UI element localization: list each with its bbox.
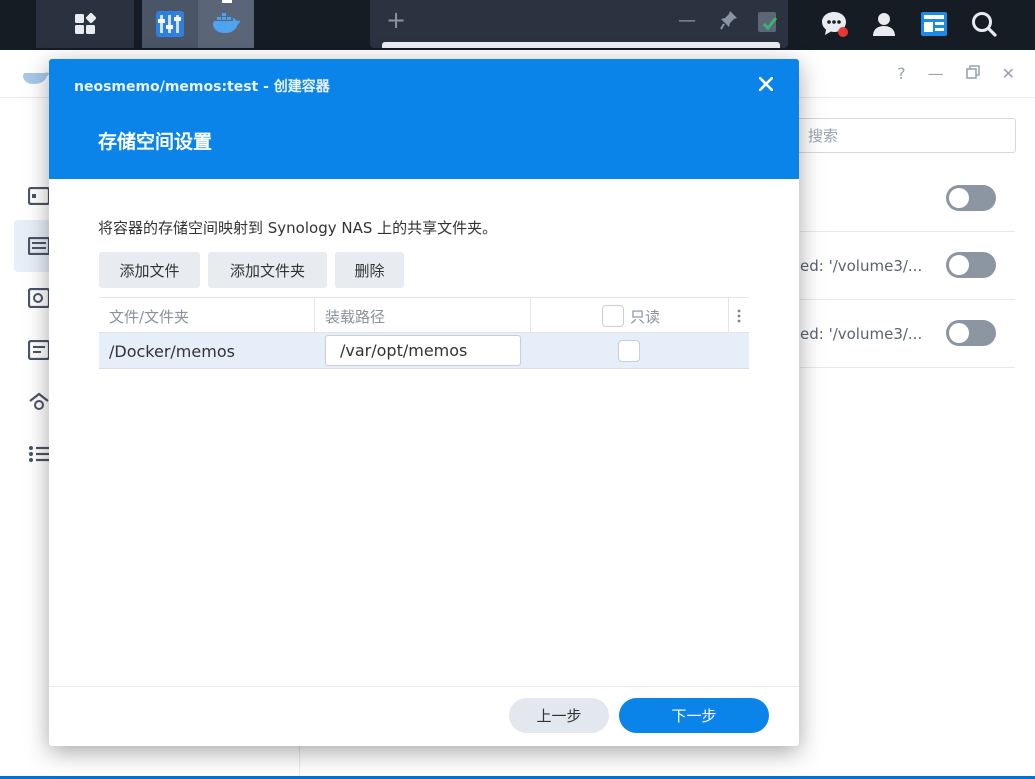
dialog-description: 将容器的存储空间映射到 Synology NAS 上的共享文件夹。 — [98, 219, 498, 237]
taskbar-app-container-manager[interactable] — [198, 0, 254, 48]
minimize-icon[interactable]: — — [678, 10, 696, 31]
control-panel-icon — [156, 11, 184, 37]
volume-mapping-table: 文件/文件夹 装载路径 只读 /Docker/memos — [99, 297, 749, 369]
cell-file-folder: /Docker/memos — [109, 341, 235, 361]
package-status-icon — [756, 8, 780, 38]
dialog-title: neosmemo/memos:test - 创建容器 — [74, 79, 330, 95]
restore-window-icon[interactable] — [965, 64, 980, 83]
dialog-close-button[interactable] — [755, 73, 777, 95]
list-item-text: ed: '/volume3/... — [800, 256, 923, 275]
delete-button[interactable]: 删除 — [335, 252, 404, 288]
column-menu-button[interactable] — [729, 298, 749, 334]
taskbar-app-control-panel[interactable] — [142, 0, 198, 48]
search-input[interactable]: 搜索 — [795, 118, 1016, 153]
previous-step-button[interactable]: 上一步 — [509, 698, 609, 733]
chat-button[interactable] — [809, 0, 859, 48]
mount-path-input[interactable] — [325, 335, 521, 366]
column-divider — [314, 298, 315, 334]
user-button[interactable] — [859, 0, 909, 48]
active-app-indicator — [222, 0, 232, 3]
column-header-file-folder[interactable]: 文件/文件夹 — [109, 298, 189, 334]
network-icon — [29, 392, 49, 410]
chat-icon — [822, 12, 848, 37]
registry-icon — [28, 288, 50, 308]
ghost-window-bar — [382, 42, 780, 48]
widgets-icon — [921, 12, 947, 36]
pin-icon[interactable] — [720, 10, 738, 34]
main-menu-button[interactable] — [36, 0, 134, 48]
global-search-button[interactable] — [959, 0, 1009, 48]
app-logo-icon — [23, 72, 49, 84]
container-manager-icon — [213, 13, 240, 33]
grid-icon — [75, 12, 97, 34]
toggle-switch[interactable] — [946, 185, 996, 211]
help-icon[interactable]: ? — [897, 64, 906, 83]
add-file-button[interactable]: 添加文件 — [99, 252, 200, 288]
table-header: 文件/文件夹 装载路径 只读 — [99, 297, 749, 334]
list-item-text: ed: '/volume3/... — [800, 324, 923, 343]
search-icon — [972, 12, 997, 37]
close-window-icon[interactable]: ✕ — [1002, 64, 1015, 83]
readonly-select-all-checkbox[interactable] — [602, 305, 624, 327]
column-divider — [530, 298, 531, 334]
close-icon — [759, 77, 773, 91]
search-placeholder: 搜索 — [808, 127, 839, 145]
column-header-mount-path[interactable]: 装载路径 — [325, 298, 385, 334]
cell-readonly — [618, 333, 640, 369]
dialog-header: neosmemo/memos:test - 创建容器 存储空间设置 — [49, 59, 799, 179]
toggle-switch[interactable] — [946, 320, 996, 346]
user-icon — [873, 13, 895, 36]
widgets-button[interactable] — [909, 0, 959, 48]
ghost-window: + — — [370, 0, 788, 48]
toggle-switch[interactable] — [946, 252, 996, 278]
taskbar: + — — [0, 0, 1035, 50]
add-icon[interactable]: + — [386, 6, 406, 34]
next-step-button[interactable]: 下一步 — [619, 698, 769, 733]
overview-icon — [28, 187, 50, 205]
table-row[interactable]: /Docker/memos — [99, 333, 749, 369]
add-folder-button[interactable]: 添加文件夹 — [208, 252, 327, 288]
column-header-readonly-wrap: 只读 — [602, 298, 660, 334]
dialog-heading: 存储空间设置 — [98, 131, 213, 153]
column-header-readonly: 只读 — [630, 307, 661, 326]
minimize-window-icon[interactable]: — — [928, 64, 944, 83]
readonly-checkbox[interactable] — [618, 340, 640, 362]
dialog-footer: 上一步 下一步 — [49, 686, 799, 746]
log-list-icon — [29, 446, 49, 462]
kebab-menu-icon — [737, 309, 741, 323]
image-icon — [28, 340, 50, 360]
create-container-dialog: neosmemo/memos:test - 创建容器 存储空间设置 将容器的存储… — [49, 59, 799, 746]
container-list-icon — [28, 237, 50, 255]
